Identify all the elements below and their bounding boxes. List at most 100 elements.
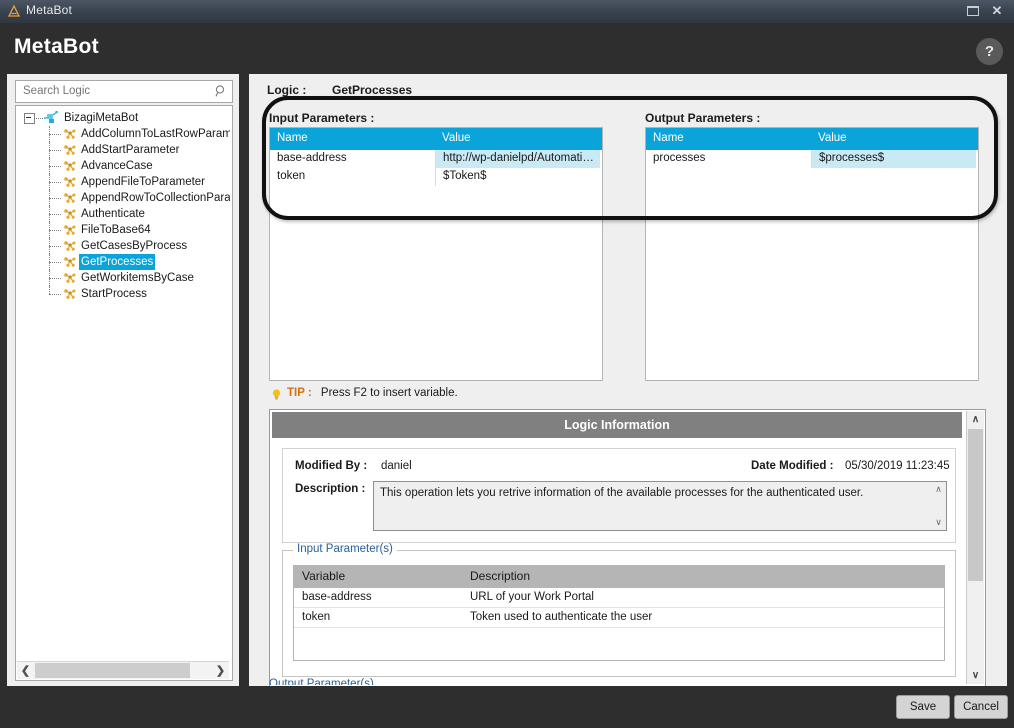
logic-node-icon (63, 128, 76, 140)
tree-item-label: GetWorkitemsByCase (81, 272, 194, 284)
logic-node-icon (63, 192, 76, 204)
tree-item-getworkitemsbycase[interactable]: GetWorkitemsByCase (16, 270, 230, 286)
description-textarea[interactable]: This operation lets you retrive informat… (373, 481, 947, 531)
param-name[interactable]: token (270, 168, 435, 186)
scrollbar-thumb[interactable] (968, 429, 983, 581)
tree-item-label: AppendFileToParameter (81, 176, 206, 188)
logic-tree-scroll-area: BizagiMetaBot AddColumnToLastRowParameter… (16, 106, 230, 657)
variable-description: URL of your Work Portal (470, 591, 594, 603)
help-button[interactable]: ? (976, 38, 1003, 65)
tree-item-label: GetCasesByProcess (81, 240, 188, 252)
tree-item-advancecase[interactable]: AdvanceCase (16, 158, 230, 174)
app-header: MetaBot (0, 23, 1014, 74)
search-input[interactable] (21, 84, 210, 98)
param-name[interactable]: processes (646, 150, 811, 168)
search-box[interactable] (15, 80, 233, 103)
tree-item-appendrowtocollectionparameter[interactable]: AppendRowToCollectionParameter (16, 190, 230, 206)
column-header-value: Value (818, 132, 847, 144)
scroll-up-icon[interactable]: ∧ (967, 411, 984, 428)
tree-item-startprocess[interactable]: StartProcess (16, 286, 230, 302)
column-header-name: Name (653, 132, 684, 144)
tree-item-getprocesses[interactable]: GetProcesses (16, 254, 230, 270)
table-row[interactable]: base-address URL of your Work Portal (294, 588, 944, 608)
metabot-app-icon (7, 4, 21, 18)
input-parameters-fieldset: Input Parameter(s) Variable Description … (282, 543, 956, 677)
logic-browser-panel: BizagiMetaBot AddColumnToLastRowParameter… (7, 74, 239, 686)
tree-root-label: BizagiMetaBot (64, 112, 139, 124)
tree-item-appendfiletoparameter[interactable]: AppendFileToParameter (16, 174, 230, 190)
tree-item-getcasesbyprocess[interactable]: GetCasesByProcess (16, 238, 230, 254)
column-header-name: Name (277, 132, 308, 144)
description-label: Description : (295, 483, 366, 495)
window-title: MetaBot (26, 3, 73, 17)
scroll-left-icon[interactable]: ❮ (17, 662, 34, 679)
column-header-value: Value (442, 132, 471, 144)
minimize-icon[interactable] (962, 2, 984, 20)
logic-node-icon (63, 288, 76, 300)
column-header-variable: Variable (302, 569, 346, 583)
logic-node-icon (63, 272, 76, 284)
logic-meta-card: Modified By : daniel Date Modified : 05/… (282, 448, 956, 543)
tree-item-authenticate[interactable]: Authenticate (16, 206, 230, 222)
input-parameters-header: Name Value (270, 128, 602, 150)
tree-item-addstartparameter[interactable]: AddStartParameter (16, 142, 230, 158)
tree-root-node[interactable]: BizagiMetaBot (16, 110, 230, 126)
table-row[interactable]: token $Token$ (270, 168, 602, 186)
scrollbar-thumb[interactable] (35, 663, 190, 678)
param-name[interactable]: base-address (270, 150, 435, 168)
title-bar: MetaBot ✕ (0, 0, 1014, 24)
tree-item-filetobase64[interactable]: FileToBase64 (16, 222, 230, 238)
date-modified-value: 05/30/2019 11:23:45 (845, 460, 950, 472)
description-value[interactable]: This operation lets you retrive informat… (380, 486, 914, 500)
param-value[interactable]: http://wp-danielpd/Automation... (435, 150, 600, 168)
date-modified-label: Date Modified : (751, 460, 834, 472)
param-value[interactable]: $Token$ (435, 168, 600, 186)
input-parameters-table[interactable]: Name Value base-address http://wp-daniel… (269, 127, 603, 381)
lightbulb-icon (271, 388, 282, 401)
output-parameters-header: Name Value (646, 128, 978, 150)
variable-description: Token used to authenticate the user (470, 611, 653, 623)
description-scrollbar[interactable]: ∧ ∨ (932, 483, 945, 529)
input-parameters-title: Input Parameters : (269, 111, 375, 125)
scroll-down-icon[interactable]: ∨ (932, 516, 945, 529)
metabot-window: MetaBot ✕ MetaBot ? BizagiMetaBot AddColu… (0, 0, 1014, 728)
tree-horizontal-scrollbar[interactable]: ❮ ❯ (17, 661, 229, 679)
cancel-button[interactable]: Cancel (954, 695, 1008, 719)
scroll-down-icon[interactable]: ∨ (967, 667, 984, 684)
tree-item-label: AddStartParameter (81, 144, 180, 156)
modified-by-value: daniel (381, 460, 412, 472)
tree-item-label: Authenticate (81, 208, 145, 220)
logic-tree[interactable]: BizagiMetaBot AddColumnToLastRowParameter… (15, 105, 233, 681)
page-title: MetaBot (14, 35, 99, 58)
logic-information-body: Modified By : daniel Date Modified : 05/… (272, 440, 962, 685)
logic-information-scrollbar[interactable]: ∧ ∨ (966, 411, 984, 684)
logic-information-title: Logic Information (272, 412, 962, 438)
table-row[interactable]: base-address http://wp-danielpd/Automati… (270, 150, 602, 168)
metabot-root-icon (43, 110, 58, 125)
save-button[interactable]: Save (896, 695, 950, 719)
tree-item-label: FileToBase64 (81, 224, 151, 236)
table-row[interactable]: processes $processes$ (646, 150, 978, 168)
logic-node-icon (63, 224, 76, 236)
close-icon[interactable]: ✕ (986, 2, 1008, 20)
scroll-up-icon[interactable]: ∧ (932, 483, 945, 496)
tree-item-label: AppendRowToCollectionParameter (81, 192, 230, 204)
input-parameters-doc-table[interactable]: Variable Description base-address URL of… (293, 565, 945, 661)
tree-item-label: StartProcess (81, 288, 147, 300)
tree-item-label: AdvanceCase (81, 160, 153, 172)
search-icon[interactable] (214, 84, 228, 98)
tip-label: TIP : (287, 387, 312, 399)
tree-item-label: AddColumnToLastRowParameter (81, 128, 230, 140)
output-parameters-table[interactable]: Name Value processes $processes$ (645, 127, 979, 381)
tree-item-addcolumntolastrowparameter[interactable]: AddColumnToLastRowParameter (16, 126, 230, 142)
logic-detail-panel: Logic : GetProcesses Input Parameters : … (249, 74, 1007, 688)
output-parameters-title: Output Parameters : (645, 111, 761, 125)
scroll-right-icon[interactable]: ❯ (212, 662, 229, 679)
footer-bar: Save Cancel (0, 686, 1014, 728)
logic-node-icon (63, 256, 76, 268)
input-parameters-legend: Input Parameter(s) (293, 543, 397, 555)
logic-information-panel: Logic Information Modified By : daniel D… (269, 409, 986, 688)
table-row[interactable]: token Token used to authenticate the use… (294, 608, 944, 628)
output-parameters-legend: Output Parameter(s) (269, 678, 374, 685)
param-value[interactable]: $processes$ (811, 150, 976, 168)
